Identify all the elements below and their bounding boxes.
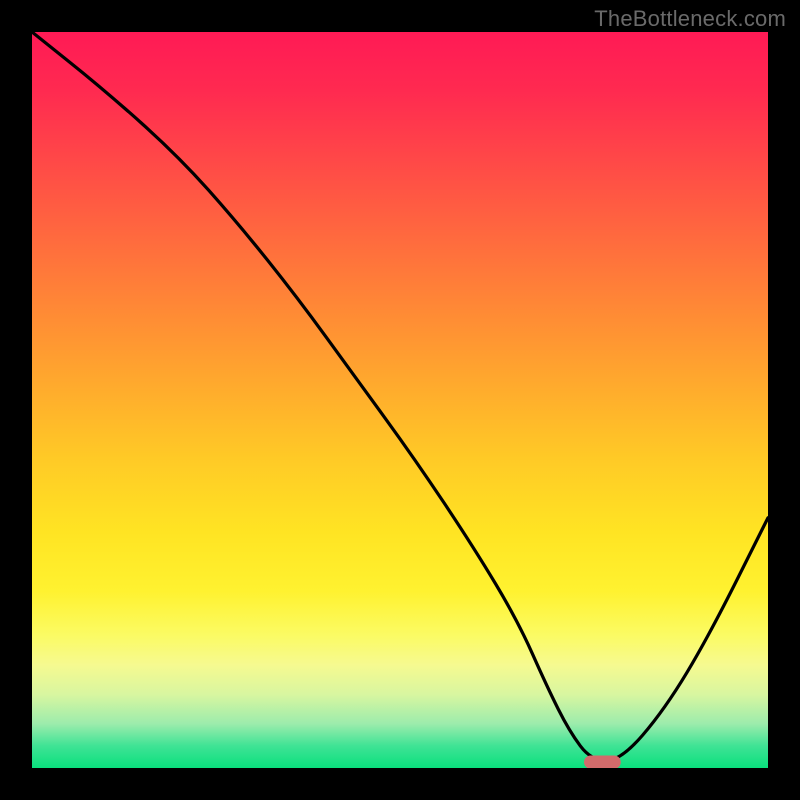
plot-area <box>32 32 768 768</box>
watermark-text: TheBottleneck.com <box>594 6 786 32</box>
chart-svg <box>32 32 768 768</box>
bottleneck-curve <box>32 32 768 761</box>
optimum-marker <box>584 755 621 768</box>
